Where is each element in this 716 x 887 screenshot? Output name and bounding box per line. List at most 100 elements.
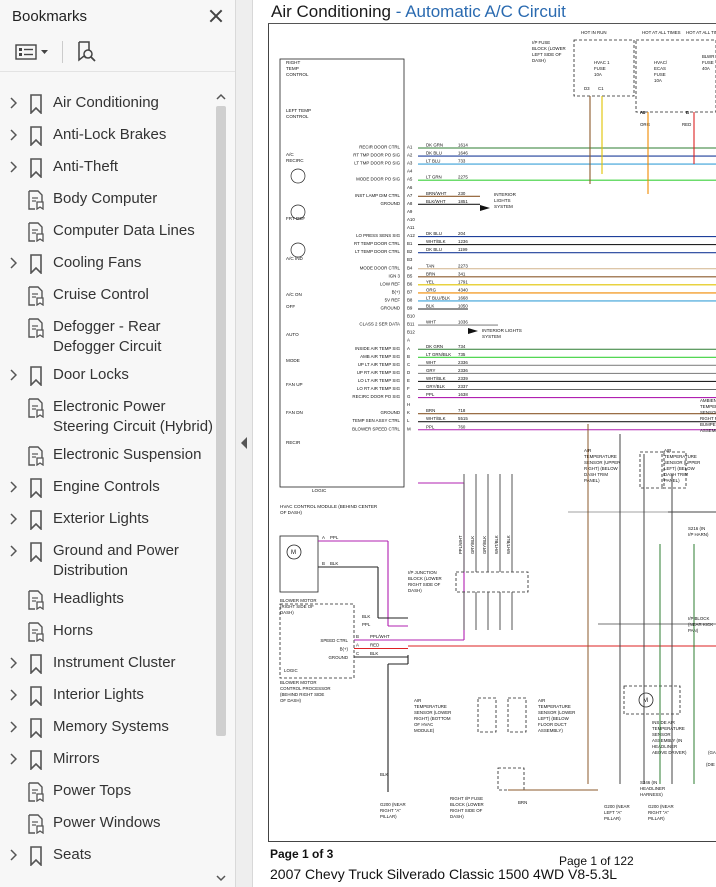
bookmark-item[interactable]: Air Conditioning [0, 88, 214, 120]
sensor-label: LEFT) (BELOW [664, 466, 696, 471]
circuit-number: 1050 [458, 304, 468, 309]
bookmark-item[interactable]: Engine Controls [0, 472, 214, 504]
chevron-right-icon[interactable] [0, 507, 26, 525]
chevron-right-icon[interactable] [0, 123, 26, 141]
bookmark-label: Headlights [53, 590, 124, 607]
bookmark-item[interactable]: Anti-Theft [0, 152, 214, 184]
document-viewer[interactable]: Air Conditioning - Automatic A/C Circuit… [254, 0, 716, 887]
ip-block-label: PAN) [688, 628, 699, 633]
bookmark-item[interactable]: Horns [0, 616, 214, 648]
bookmark-label: Memory Systems [53, 718, 169, 735]
bookmark-item[interactable]: Electronic Suspension [0, 440, 214, 472]
bookmark-item[interactable]: Headlights [0, 584, 214, 616]
pin-function-label: INSIDE AIR TEMP SIG [355, 346, 401, 351]
bookmark-item[interactable]: Interior Lights [0, 680, 214, 712]
bookmark-list: Air Conditioning Anti-Lock Brakes Anti-The… [0, 88, 214, 872]
sensor-label: ASSEMBLY) [538, 728, 563, 733]
circuit-number: 2273 [458, 263, 468, 268]
bookmark-label: Instrument Cluster [53, 654, 176, 671]
bookmark-icon [26, 747, 46, 770]
ground-label: G200 (NEAR [604, 804, 630, 809]
wire-color-label: PPL/WHT [458, 535, 463, 554]
sensor-label: SENSOR (LOWER [414, 710, 451, 715]
scroll-down-icon[interactable] [216, 873, 226, 883]
bookmark-item[interactable]: Mirrors [0, 744, 214, 776]
bookmark-item[interactable]: Defogger - Rear Defogger Circuit [0, 312, 214, 360]
bookmark-item[interactable]: Body Computer [0, 184, 214, 216]
ip-block-label: (NEAR KICK [688, 622, 713, 627]
circuit-number: 1646 [458, 151, 468, 156]
pin-function-label: UP RT AIR TEMP SIG [357, 370, 401, 375]
circuit-number: 1791 [458, 279, 468, 284]
bookmark-options-button[interactable] [12, 39, 52, 65]
page-bookmark-icon [26, 443, 46, 466]
chevron-right-icon[interactable] [0, 683, 26, 701]
sensor-lower-left-box [507, 697, 527, 733]
chevron-right-icon[interactable] [0, 747, 26, 765]
circuit-number: 718 [458, 408, 466, 413]
bookmark-item[interactable]: Memory Systems [0, 712, 214, 744]
chevron-right-icon[interactable] [0, 475, 26, 493]
chevron-right-icon[interactable] [0, 251, 26, 269]
find-bookmark-button[interactable] [73, 39, 99, 65]
chevron-right-icon[interactable] [0, 843, 26, 861]
fuse-block-label: BLOCK (LOWER [450, 802, 484, 807]
panel-splitter[interactable] [236, 0, 253, 887]
collapse-panel-icon[interactable] [241, 437, 247, 449]
chevron-right-icon[interactable] [0, 363, 26, 381]
chevron-right-icon[interactable] [0, 651, 26, 669]
sensor-label: LEFT) (BELOW [538, 716, 570, 721]
pin-id: B1 [407, 241, 413, 246]
bookmark-label: Electronic Power Steering Circuit (Hybri… [53, 398, 214, 435]
sensor-label: HEADLINER [652, 744, 677, 749]
circuit-number: 1668 [458, 295, 468, 300]
scrollbar-thumb[interactable] [216, 106, 226, 736]
bookmark-item[interactable]: Power Tops [0, 776, 214, 808]
pin-id: A9 [407, 209, 413, 214]
pin-id: B [686, 110, 689, 115]
fuse-label: FUSE [594, 66, 606, 71]
pin-id: B7 [407, 289, 413, 294]
bookmark-label: Air Conditioning [53, 94, 159, 111]
circuit-number: 733 [458, 159, 466, 164]
chevron-right-icon[interactable] [0, 91, 26, 109]
chevron-right-icon[interactable] [0, 155, 26, 173]
bookmark-item[interactable]: Power Windows [0, 808, 214, 840]
bookmark-item[interactable]: Electronic Power Steering Circuit (Hybri… [0, 392, 214, 440]
bookmark-item[interactable]: Cooling Fans [0, 248, 214, 280]
bookmark-item[interactable]: Seats [0, 840, 214, 872]
sensor-label: MODULE) [414, 728, 435, 733]
chevron-right-icon[interactable] [0, 539, 26, 557]
bookmark-label: Ground and Power Distribution [53, 542, 179, 579]
chevron-right-icon [0, 315, 26, 321]
close-icon[interactable] [207, 7, 225, 25]
ground-label: RIGHT "A" [380, 808, 401, 813]
pin-function-label: GROUND [380, 201, 400, 206]
pin-id: C1 [598, 86, 604, 91]
sensor-label: DASH TRIM [664, 472, 688, 477]
bookmark-item[interactable]: Anti-Lock Brakes [0, 120, 214, 152]
bookmark-item[interactable]: Exterior Lights [0, 504, 214, 536]
wire-color-label: PPL [426, 424, 435, 429]
ip-junction-label: RIGHT SIDE OF [408, 582, 441, 587]
sensor-label: TEMPERATURE [414, 704, 447, 709]
circuit-number: 1851 [458, 199, 468, 204]
wire-color-label: GRY/BLK [470, 536, 475, 554]
sensor-label: AMBIENT AIR [700, 398, 716, 403]
bookmarks-scrollbar[interactable] [214, 88, 228, 887]
bookmark-item[interactable]: Cruise Control [0, 280, 214, 312]
bookmark-item[interactable]: Door Locks [0, 360, 214, 392]
bookmark-label: Mirrors [53, 750, 100, 767]
bookmark-item[interactable]: Instrument Cluster [0, 648, 214, 680]
scroll-up-icon[interactable] [216, 92, 226, 102]
bookmark-item[interactable]: Ground and Power Distribution [0, 536, 214, 584]
sensor-label: RIGHT FRONT [700, 416, 716, 421]
fuse-label: FUSE [654, 72, 666, 77]
bookmark-item[interactable]: Computer Data Lines [0, 216, 214, 248]
wire-color-label: LT GRN [426, 175, 442, 180]
hot-at-all-times-label: HOT AT ALL TIMES [642, 30, 681, 35]
chevron-right-icon[interactable] [0, 715, 26, 733]
interior-lights-label: INTERIOR [494, 192, 517, 197]
pin-id: B8 [407, 297, 413, 302]
bookmark-icon [26, 715, 46, 738]
